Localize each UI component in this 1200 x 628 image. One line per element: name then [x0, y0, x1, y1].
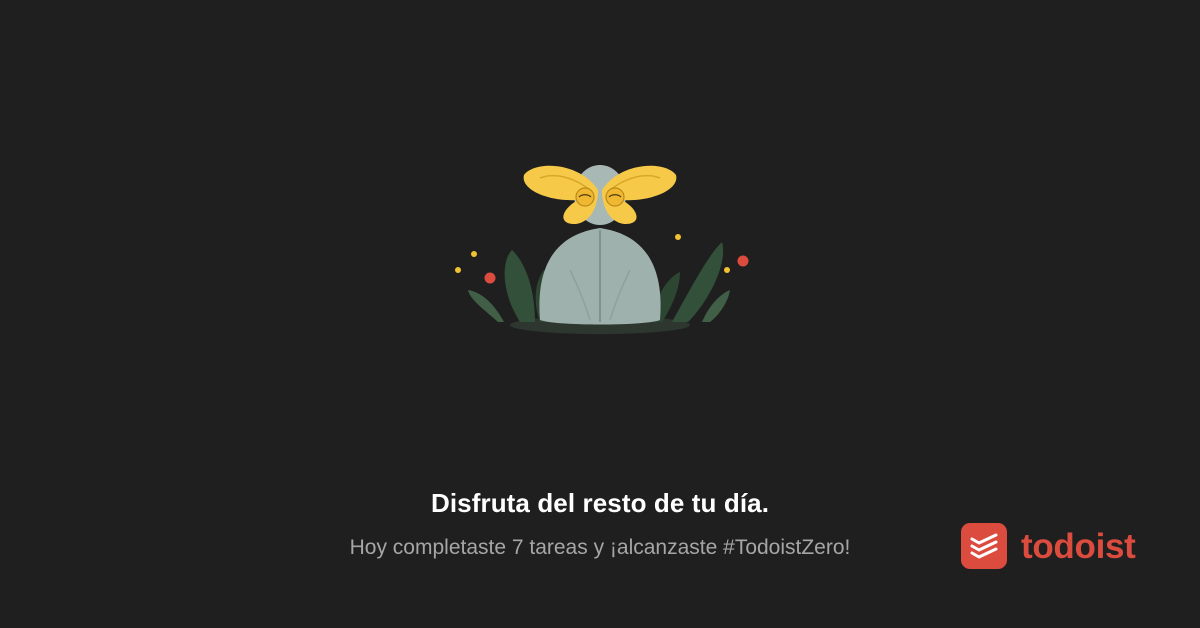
todoist-logo-icon [961, 523, 1007, 569]
sparkle-dot-yellow-2 [471, 251, 477, 257]
sparkle-dot-yellow-1 [455, 267, 461, 273]
completion-headline: Disfruta del resto de tu día. [430, 488, 770, 518]
sparkle-dot-red-1 [484, 272, 496, 284]
leaf-left-1 [504, 250, 535, 322]
todoist-brand: todoist [961, 523, 1136, 569]
sparkle-dot-yellow-4 [724, 267, 730, 273]
sparkle-dot-red-2 [737, 255, 749, 267]
figure-eye-left [575, 187, 595, 207]
sparkle-dot-yellow-3 [675, 234, 681, 240]
figure-eye-right [605, 187, 625, 207]
zero-tasks-illustration [440, 150, 760, 350]
leaf-left-3 [468, 290, 504, 322]
todoist-wordmark: todoist [1021, 526, 1136, 566]
zero-tasks-figure-illustration [455, 165, 749, 334]
